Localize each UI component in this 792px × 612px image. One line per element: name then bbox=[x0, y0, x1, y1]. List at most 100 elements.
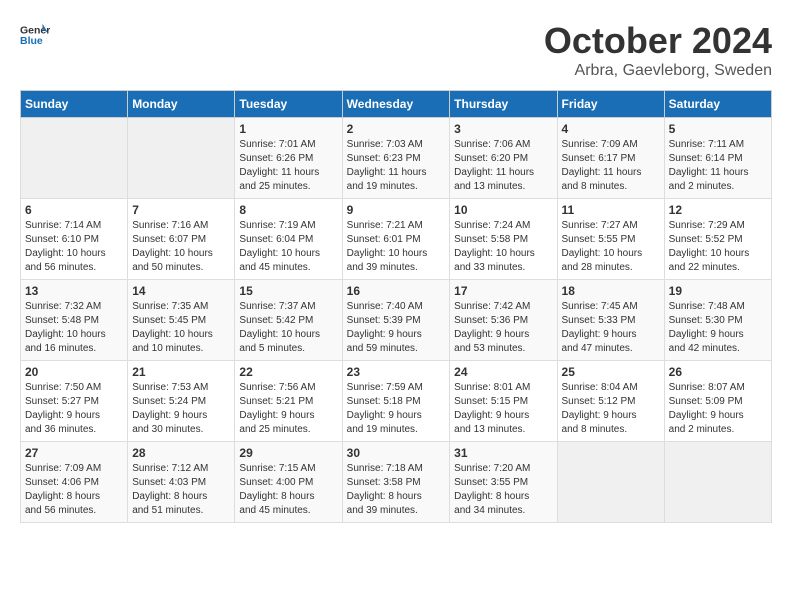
day-info: Sunrise: 7:14 AM Sunset: 6:10 PM Dayligh… bbox=[25, 219, 123, 275]
day-info: Sunrise: 7:11 AM Sunset: 6:14 PM Dayligh… bbox=[669, 138, 767, 194]
day-number: 8 bbox=[239, 203, 337, 217]
day-info: Sunrise: 7:06 AM Sunset: 6:20 PM Dayligh… bbox=[454, 138, 552, 194]
day-number: 5 bbox=[669, 122, 767, 136]
calendar-cell: 2 Sunrise: 7:03 AM Sunset: 6:23 PM Daylig… bbox=[342, 118, 450, 199]
calendar-cell: 16 Sunrise: 7:40 AM Sunset: 5:39 PM Dayli… bbox=[342, 280, 450, 361]
day-info: Sunrise: 7:53 AM Sunset: 5:24 PM Dayligh… bbox=[132, 381, 230, 437]
calendar-cell: 14 Sunrise: 7:35 AM Sunset: 5:45 PM Dayli… bbox=[128, 280, 235, 361]
column-header-wednesday: Wednesday bbox=[342, 91, 450, 118]
calendar-cell: 4Sunrise: 7:09 AM Sunset: 6:17 PM Daylig… bbox=[557, 118, 664, 199]
day-number: 16 bbox=[347, 284, 446, 298]
calendar-cell: 31 Sunrise: 7:20 AM Sunset: 3:55 PM Dayli… bbox=[450, 442, 557, 523]
calendar-cell bbox=[128, 118, 235, 199]
day-number: 14 bbox=[132, 284, 230, 298]
calendar-cell: 18 Sunrise: 7:45 AM Sunset: 5:33 PM Dayli… bbox=[557, 280, 664, 361]
day-number: 26 bbox=[669, 365, 767, 379]
day-number: 31 bbox=[454, 446, 552, 460]
day-info: Sunrise: 7:09 AM Sunset: 4:06 PM Dayligh… bbox=[25, 462, 123, 518]
day-info: Sunrise: 7:16 AM Sunset: 6:07 PM Dayligh… bbox=[132, 219, 230, 275]
calendar-cell: 28Sunrise: 7:12 AM Sunset: 4:03 PM Dayli… bbox=[128, 442, 235, 523]
column-header-tuesday: Tuesday bbox=[235, 91, 342, 118]
page-header: General Blue October 2024 Arbra, Gaevleb… bbox=[20, 20, 772, 80]
calendar-cell: 27 Sunrise: 7:09 AM Sunset: 4:06 PM Dayli… bbox=[21, 442, 128, 523]
day-number: 1 bbox=[239, 122, 337, 136]
calendar-cell: 19 Sunrise: 7:48 AM Sunset: 5:30 PM Dayli… bbox=[664, 280, 771, 361]
day-number: 18 bbox=[562, 284, 660, 298]
calendar-cell: 3Sunrise: 7:06 AM Sunset: 6:20 PM Daylig… bbox=[450, 118, 557, 199]
calendar-header-row: SundayMondayTuesdayWednesdayThursdayFrid… bbox=[21, 91, 772, 118]
day-info: Sunrise: 7:56 AM Sunset: 5:21 PM Dayligh… bbox=[239, 381, 337, 437]
day-info: Sunrise: 7:15 AM Sunset: 4:00 PM Dayligh… bbox=[239, 462, 337, 518]
calendar-cell: 21 Sunrise: 7:53 AM Sunset: 5:24 PM Dayli… bbox=[128, 361, 235, 442]
calendar-cell: 13 Sunrise: 7:32 AM Sunset: 5:48 PM Dayli… bbox=[21, 280, 128, 361]
calendar-cell: 1Sunrise: 7:01 AM Sunset: 6:26 PM Daylig… bbox=[235, 118, 342, 199]
day-number: 29 bbox=[239, 446, 337, 460]
day-number: 17 bbox=[454, 284, 552, 298]
calendar-cell: 30 Sunrise: 7:18 AM Sunset: 3:58 PM Dayli… bbox=[342, 442, 450, 523]
day-number: 30 bbox=[347, 446, 446, 460]
calendar-cell: 23Sunrise: 7:59 AM Sunset: 5:18 PM Dayli… bbox=[342, 361, 450, 442]
title-block: October 2024 Arbra, Gaevleborg, Sweden bbox=[544, 20, 772, 80]
column-header-thursday: Thursday bbox=[450, 91, 557, 118]
week-row-5: 27 Sunrise: 7:09 AM Sunset: 4:06 PM Dayli… bbox=[21, 442, 772, 523]
day-number: 2 bbox=[347, 122, 446, 136]
calendar-cell: 20Sunrise: 7:50 AM Sunset: 5:27 PM Dayli… bbox=[21, 361, 128, 442]
week-row-1: 1Sunrise: 7:01 AM Sunset: 6:26 PM Daylig… bbox=[21, 118, 772, 199]
day-number: 27 bbox=[25, 446, 123, 460]
day-info: Sunrise: 7:19 AM Sunset: 6:04 PM Dayligh… bbox=[239, 219, 337, 275]
day-number: 12 bbox=[669, 203, 767, 217]
day-number: 24 bbox=[454, 365, 552, 379]
logo: General Blue bbox=[20, 20, 50, 50]
day-number: 15 bbox=[239, 284, 337, 298]
calendar-cell bbox=[557, 442, 664, 523]
day-info: Sunrise: 7:03 AM Sunset: 6:23 PM Dayligh… bbox=[347, 138, 446, 194]
day-info: Sunrise: 7:18 AM Sunset: 3:58 PM Dayligh… bbox=[347, 462, 446, 518]
day-info: Sunrise: 7:37 AM Sunset: 5:42 PM Dayligh… bbox=[239, 300, 337, 356]
calendar-cell: 22 Sunrise: 7:56 AM Sunset: 5:21 PM Dayli… bbox=[235, 361, 342, 442]
calendar-table: SundayMondayTuesdayWednesdayThursdayFrid… bbox=[20, 90, 772, 523]
calendar-cell: 29 Sunrise: 7:15 AM Sunset: 4:00 PM Dayli… bbox=[235, 442, 342, 523]
day-info: Sunrise: 8:01 AM Sunset: 5:15 PM Dayligh… bbox=[454, 381, 552, 437]
week-row-3: 13 Sunrise: 7:32 AM Sunset: 5:48 PM Dayli… bbox=[21, 280, 772, 361]
day-info: Sunrise: 7:40 AM Sunset: 5:39 PM Dayligh… bbox=[347, 300, 446, 356]
week-row-2: 6 Sunrise: 7:14 AM Sunset: 6:10 PM Daylig… bbox=[21, 199, 772, 280]
column-header-sunday: Sunday bbox=[21, 91, 128, 118]
day-number: 7 bbox=[132, 203, 230, 217]
calendar-cell: 15 Sunrise: 7:37 AM Sunset: 5:42 PM Dayli… bbox=[235, 280, 342, 361]
logo-icon: General Blue bbox=[20, 20, 50, 50]
day-number: 13 bbox=[25, 284, 123, 298]
day-number: 9 bbox=[347, 203, 446, 217]
column-header-saturday: Saturday bbox=[664, 91, 771, 118]
day-info: Sunrise: 7:27 AM Sunset: 5:55 PM Dayligh… bbox=[562, 219, 660, 275]
day-number: 19 bbox=[669, 284, 767, 298]
day-number: 21 bbox=[132, 365, 230, 379]
day-info: Sunrise: 7:45 AM Sunset: 5:33 PM Dayligh… bbox=[562, 300, 660, 356]
day-info: Sunrise: 7:35 AM Sunset: 5:45 PM Dayligh… bbox=[132, 300, 230, 356]
calendar-cell bbox=[21, 118, 128, 199]
day-info: Sunrise: 7:32 AM Sunset: 5:48 PM Dayligh… bbox=[25, 300, 123, 356]
month-title: October 2024 bbox=[544, 20, 772, 62]
calendar-cell: 24 Sunrise: 8:01 AM Sunset: 5:15 PM Dayli… bbox=[450, 361, 557, 442]
day-info: Sunrise: 7:29 AM Sunset: 5:52 PM Dayligh… bbox=[669, 219, 767, 275]
day-info: Sunrise: 8:04 AM Sunset: 5:12 PM Dayligh… bbox=[562, 381, 660, 437]
calendar-cell: 6 Sunrise: 7:14 AM Sunset: 6:10 PM Daylig… bbox=[21, 199, 128, 280]
svg-text:Blue: Blue bbox=[20, 35, 43, 47]
day-number: 6 bbox=[25, 203, 123, 217]
day-info: Sunrise: 7:24 AM Sunset: 5:58 PM Dayligh… bbox=[454, 219, 552, 275]
column-header-monday: Monday bbox=[128, 91, 235, 118]
day-info: Sunrise: 7:20 AM Sunset: 3:55 PM Dayligh… bbox=[454, 462, 552, 518]
day-number: 23 bbox=[347, 365, 446, 379]
calendar-cell: 17 Sunrise: 7:42 AM Sunset: 5:36 PM Dayli… bbox=[450, 280, 557, 361]
calendar-cell: 9Sunrise: 7:21 AM Sunset: 6:01 PM Daylig… bbox=[342, 199, 450, 280]
day-number: 28 bbox=[132, 446, 230, 460]
calendar-cell: 25 Sunrise: 8:04 AM Sunset: 5:12 PM Dayli… bbox=[557, 361, 664, 442]
calendar-cell: 8 Sunrise: 7:19 AM Sunset: 6:04 PM Daylig… bbox=[235, 199, 342, 280]
day-number: 22 bbox=[239, 365, 337, 379]
location-subtitle: Arbra, Gaevleborg, Sweden bbox=[544, 62, 772, 80]
calendar-cell bbox=[664, 442, 771, 523]
calendar-cell: 12 Sunrise: 7:29 AM Sunset: 5:52 PM Dayli… bbox=[664, 199, 771, 280]
day-info: Sunrise: 7:42 AM Sunset: 5:36 PM Dayligh… bbox=[454, 300, 552, 356]
day-number: 25 bbox=[562, 365, 660, 379]
day-info: Sunrise: 7:48 AM Sunset: 5:30 PM Dayligh… bbox=[669, 300, 767, 356]
day-info: Sunrise: 7:09 AM Sunset: 6:17 PM Dayligh… bbox=[562, 138, 660, 194]
